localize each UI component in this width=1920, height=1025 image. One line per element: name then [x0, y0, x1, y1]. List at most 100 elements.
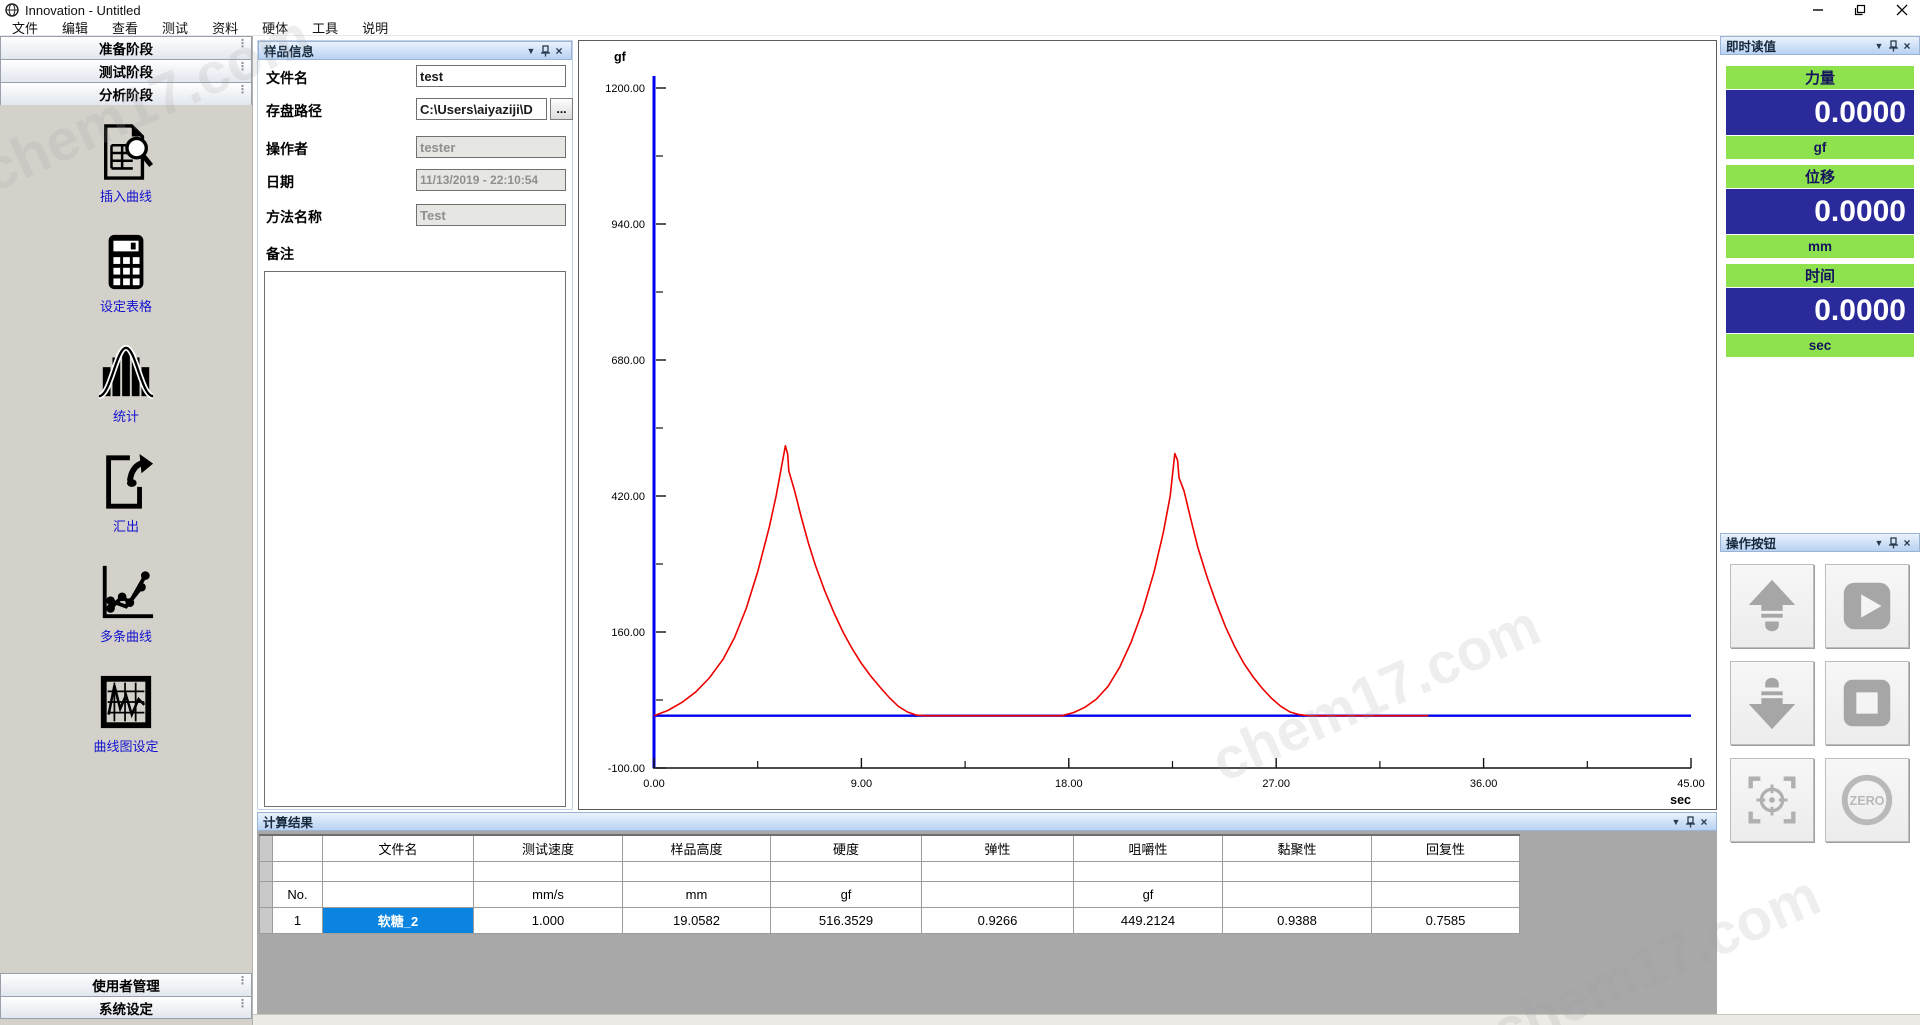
stop-icon [1836, 672, 1898, 734]
svg-text:680.00: 680.00 [611, 355, 645, 367]
restore-button[interactable] [1852, 2, 1868, 18]
sidebar-item-system-settings[interactable]: 系统设定 ⋮ [0, 996, 252, 1019]
resilience-cell[interactable]: 0.7585 [1372, 907, 1520, 933]
pin-icon[interactable] [538, 44, 552, 57]
remark-textarea[interactable] [264, 271, 566, 807]
browse-button[interactable]: ... [550, 98, 573, 120]
tool-multi-curve[interactable]: 多条曲线 [0, 561, 252, 656]
menu-edit[interactable]: 编辑 [50, 18, 100, 37]
tool-curve-settings[interactable]: 曲线图设定 [0, 671, 252, 766]
pin-icon[interactable] [1886, 536, 1900, 549]
hardness-cell[interactable]: 516.3529 [771, 907, 922, 933]
menu-data[interactable]: 资料 [200, 18, 250, 37]
grip-dots-icon: ⋮ [237, 977, 248, 985]
close-panel-icon[interactable]: × [552, 44, 566, 57]
chewiness-cell[interactable]: 449.2124 [1074, 907, 1223, 933]
menu-hardware[interactable]: 硬体 [250, 18, 300, 37]
menu-view[interactable]: 查看 [100, 18, 150, 37]
svg-text:gf: gf [614, 50, 627, 64]
status-strip [253, 1014, 1920, 1025]
pin-icon[interactable] [1683, 815, 1697, 828]
svg-text:940.00: 940.00 [611, 219, 645, 231]
jog-up-arrow-icon [1741, 575, 1803, 637]
svg-text:420.00: 420.00 [611, 491, 645, 503]
tool-export[interactable]: 汇出 [0, 451, 252, 546]
chart-panel: gf1200.00940.00680.00420.00160.00-100.00… [578, 40, 1717, 810]
col-file-name: 文件名 [323, 835, 474, 861]
grip-dots-icon: ⋮ [237, 86, 248, 94]
pin-icon[interactable] [1886, 39, 1900, 52]
cohesiveness-cell[interactable]: 0.9388 [1223, 907, 1372, 933]
curve-settings-icon [97, 671, 155, 733]
date-field [416, 169, 566, 191]
col-cohesiveness: 黏聚性 [1223, 835, 1372, 861]
start-button[interactable] [1825, 564, 1909, 648]
multi-curve-icon [97, 561, 155, 623]
sidebar-item-prepare-phase[interactable]: 准备阶段 ⋮ [0, 36, 252, 59]
row-number-cell[interactable]: 1 [273, 907, 323, 933]
right-dock: 即时读值 ▼ × 力量 0.0000 gf 位移 0.0000 mm 时间 0.… [1720, 36, 1920, 1025]
controls-panel-header: 操作按钮 ▼ × [1720, 533, 1920, 552]
zero-button[interactable]: ZERO [1825, 758, 1909, 842]
grip-dots-icon: ⋮ [237, 40, 248, 48]
stop-button[interactable] [1825, 661, 1909, 745]
close-panel-icon[interactable]: × [1900, 39, 1914, 52]
grip-dots-icon: ⋮ [237, 1000, 248, 1008]
svg-text:0.00: 0.00 [643, 778, 664, 790]
method-name-field [416, 204, 566, 226]
file-name-cell-selected[interactable]: 软糖_2 [323, 907, 474, 933]
jog-up-button[interactable] [1730, 564, 1814, 648]
minimize-button[interactable] [1810, 2, 1826, 18]
tool-label: 统计 [113, 406, 139, 425]
svg-text:sec: sec [1670, 793, 1691, 807]
tool-statistics[interactable]: 统计 [0, 341, 252, 436]
svg-text:45.00: 45.00 [1677, 778, 1705, 790]
file-name-input[interactable] [416, 65, 566, 87]
results-header-row: 文件名 测试速度 样品高度 硬度 弹性 咀嚼性 黏聚性 回复性 [260, 835, 1520, 861]
sidebar: 准备阶段 ⋮ 测试阶段 ⋮ 分析阶段 ⋮ 插入曲线 [0, 36, 253, 1025]
collapse-chevron-icon[interactable]: ▼ [1872, 39, 1886, 52]
menu-file[interactable]: 文件 [0, 18, 50, 37]
phase-label: 测试阶段 [99, 61, 153, 81]
grip-dots-icon: ⋮ [237, 63, 248, 71]
time-unit: sec [1726, 334, 1914, 357]
col-test-speed: 测试速度 [474, 835, 623, 861]
statistics-icon [97, 341, 155, 403]
tool-table-setup[interactable]: 设定表格 [0, 231, 252, 326]
unit-gf: gf [771, 881, 922, 907]
sidebar-item-test-phase[interactable]: 测试阶段 ⋮ [0, 59, 252, 82]
close-button[interactable] [1894, 2, 1910, 18]
phase-label: 使用者管理 [92, 975, 160, 995]
sidebar-item-analysis-phase[interactable]: 分析阶段 ⋮ [0, 82, 252, 105]
sample-info-panel: 样品信息 ▼ × 文件名 存盘路径 ... 操作者 日期 方法名称 备注 [257, 40, 573, 810]
phase-label: 准备阶段 [99, 38, 153, 58]
date-label: 日期 [266, 172, 294, 192]
jog-down-button[interactable] [1730, 661, 1814, 745]
springiness-cell[interactable]: 0.9266 [922, 907, 1074, 933]
collapse-chevron-icon[interactable]: ▼ [1872, 536, 1886, 549]
collapse-chevron-icon[interactable]: ▼ [1669, 815, 1683, 828]
close-panel-icon[interactable]: × [1900, 536, 1914, 549]
col-springiness: 弹性 [922, 835, 1074, 861]
test-speed-cell[interactable]: 1.000 [474, 907, 623, 933]
sample-height-cell[interactable]: 19.0582 [623, 907, 771, 933]
target-icon [1741, 769, 1803, 831]
tool-insert-curve[interactable]: 插入曲线 [0, 121, 252, 216]
remark-label: 备注 [266, 244, 294, 264]
window-title: Innovation - Untitled [25, 3, 141, 18]
calculator-icon [97, 231, 155, 293]
tool-label: 多条曲线 [100, 626, 152, 645]
phase-label: 分析阶段 [99, 84, 153, 104]
menu-tools[interactable]: 工具 [300, 18, 350, 37]
insert-curve-icon [97, 121, 155, 183]
save-path-input[interactable] [416, 98, 547, 120]
tare-target-button[interactable] [1730, 758, 1814, 842]
sidebar-item-user-management[interactable]: 使用者管理 ⋮ [0, 973, 252, 996]
collapse-chevron-icon[interactable]: ▼ [524, 44, 538, 57]
phase-label: 系统设定 [99, 998, 153, 1018]
tool-label: 曲线图设定 [93, 736, 158, 755]
close-panel-icon[interactable]: × [1697, 815, 1711, 828]
unit-mm-s: mm/s [474, 881, 623, 907]
menu-test[interactable]: 测试 [150, 18, 200, 37]
menu-help[interactable]: 说明 [350, 18, 400, 37]
